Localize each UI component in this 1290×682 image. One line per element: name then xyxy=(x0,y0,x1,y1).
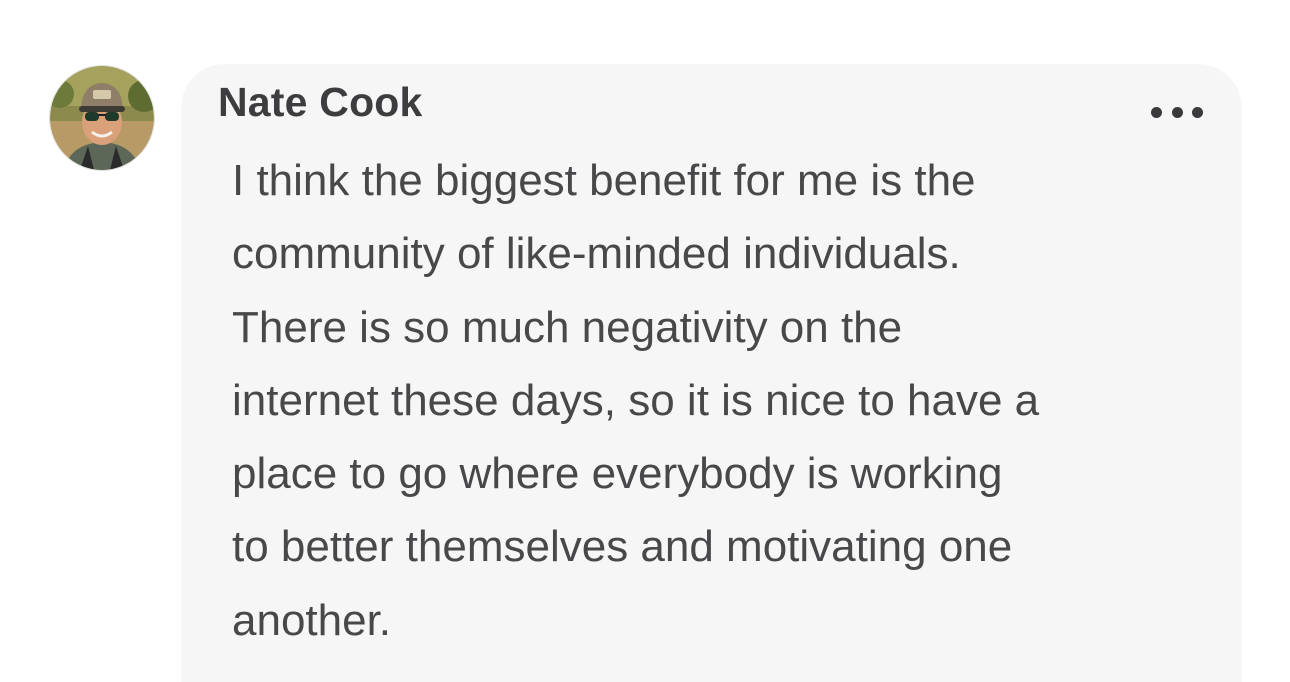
more-options-button[interactable] xyxy=(1151,102,1203,122)
ellipsis-horizontal-icon xyxy=(1151,106,1162,118)
comment-line: to better themselves and motivating one xyxy=(232,522,1013,572)
comment-line: internet these days, so it is nice to ha… xyxy=(232,375,1040,425)
ellipsis-dot xyxy=(1192,106,1203,118)
comment-line: community of like-minded individuals. xyxy=(232,229,961,279)
comment-body: I think the biggest benefit for me is th… xyxy=(232,144,1212,657)
comment-line: another. xyxy=(232,595,392,645)
comment-line: There is so much negativity on the xyxy=(232,302,903,352)
ellipsis-dot xyxy=(1171,106,1183,118)
avatar[interactable] xyxy=(50,66,154,170)
comment-line: I think the biggest benefit for me is th… xyxy=(232,156,976,205)
avatar-photo xyxy=(50,66,154,170)
comment-bubble: Nate Cook I think the biggest benefit fo… xyxy=(181,64,1242,682)
author-name[interactable]: Nate Cook xyxy=(218,79,423,126)
comment-line: place to go where everybody is working xyxy=(232,449,1003,499)
